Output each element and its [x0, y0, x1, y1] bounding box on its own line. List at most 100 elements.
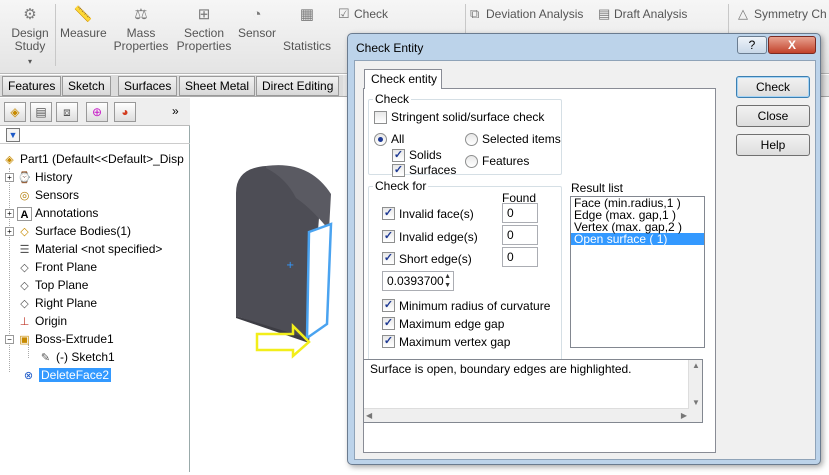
tree-item-history[interactable]: + ⌚ History: [5, 168, 72, 186]
scale-icon: ⚖: [134, 6, 148, 23]
tab-sheet-metal[interactable]: Sheet Metal: [179, 76, 256, 96]
invalid-face-checkbox[interactable]: ✓: [382, 207, 395, 220]
tab-sketch[interactable]: Sketch: [62, 76, 111, 96]
message-horizontal-scrollbar[interactable]: ◀ ▶: [364, 408, 689, 422]
help-button[interactable]: Help: [736, 134, 810, 156]
statistics-button[interactable]: ▦ Statistics: [282, 6, 332, 53]
mass-properties-button[interactable]: ⚖ Mass Properties: [112, 6, 170, 53]
design-study-button[interactable]: ⚙ Design Study ▾: [8, 6, 52, 68]
feature-manager-toolbar: ◈ ▤ ⧈ ⊕ ◕ »: [0, 98, 190, 126]
message-vertical-scrollbar[interactable]: ▲ ▼: [688, 360, 702, 422]
short-edge-value-spinner[interactable]: 0.0393700 ▲ ▼: [382, 271, 454, 291]
tab-check-entity[interactable]: Check entity: [364, 69, 442, 89]
result-list[interactable]: Face (min.radius,1 ) Edge (max. gap,1 ) …: [570, 196, 705, 348]
tree-item-right-plane[interactable]: ◇ Right Plane: [17, 294, 97, 312]
tree-root-part[interactable]: ◈ Part1 (Default<<Default>_Disp: [2, 150, 184, 168]
collapse-icon[interactable]: −: [5, 335, 14, 345]
short-edge-count: 0: [502, 247, 538, 267]
open-surface-highlight: [305, 222, 333, 341]
short-edge-checkbox[interactable]: ✓: [382, 252, 395, 265]
extrude-icon: ▣: [19, 333, 30, 346]
max-vertex-gap-label: Maximum vertex gap: [399, 335, 511, 349]
tree-item-sketch1[interactable]: ✎ (-) Sketch1: [38, 348, 115, 366]
message-box: Surface is open, boundary edges are high…: [363, 359, 703, 423]
property-manager-tab-icon[interactable]: ▤: [30, 102, 52, 122]
filter-bar: ▼: [0, 127, 190, 144]
check-button[interactable]: ☑ Check: [338, 6, 388, 22]
tree-item-material[interactable]: ☰ Material <not specified>: [17, 240, 163, 258]
sensor-icon: ◎: [19, 189, 30, 202]
close-button[interactable]: Close: [736, 105, 810, 127]
origin-icon: ⊥: [19, 315, 30, 328]
check-entity-dialog: Check Entity ? X Check entity Check Stri…: [347, 33, 821, 465]
surface-bodies-icon: ◇: [20, 225, 29, 238]
tab-surfaces[interactable]: Surfaces: [118, 76, 178, 96]
expand-tabs-icon[interactable]: »: [172, 104, 179, 118]
tree-item-origin[interactable]: ⊥ Origin: [17, 312, 67, 330]
measure-icon: 📏: [73, 6, 93, 23]
tab-features[interactable]: Features: [2, 76, 62, 96]
symmetry-icon: △: [738, 6, 748, 21]
statistics-icon: ▦: [299, 6, 315, 23]
expand-icon[interactable]: +: [5, 209, 14, 219]
features-radio[interactable]: [465, 155, 478, 168]
dimxpert-tab-icon[interactable]: ⊕: [86, 102, 108, 122]
spinner-arrows-icon[interactable]: ▲ ▼: [444, 272, 451, 290]
scroll-right-icon[interactable]: ▶: [681, 411, 687, 420]
measure-button[interactable]: 📏 Measure: [60, 6, 107, 40]
section-icon: ⊞: [197, 6, 211, 23]
tree-item-surface-bodies[interactable]: + ◇ Surface Bodies(1): [5, 222, 131, 240]
invalid-edge-checkbox[interactable]: ✓: [382, 230, 395, 243]
stringent-check-checkbox[interactable]: [374, 111, 387, 124]
expand-icon[interactable]: +: [5, 173, 14, 183]
check-button-dialog[interactable]: Check: [736, 76, 810, 98]
dialog-body: Check entity Check Stringent solid/surfa…: [354, 60, 816, 460]
dialog-help-icon[interactable]: ?: [737, 36, 767, 54]
solids-checkbox[interactable]: ✓: [392, 149, 405, 162]
material-icon: ☰: [19, 243, 30, 256]
symmetry-check-button[interactable]: △ Symmetry Ch: [738, 6, 827, 22]
tree-item-sensors[interactable]: ◎ Sensors: [17, 186, 79, 204]
sensor-button[interactable]: ◔ Sensor: [237, 6, 277, 40]
plane-icon: ◇: [20, 261, 29, 274]
feature-manager-panel: ◈ ▤ ⧈ ⊕ ◕ » ▼ ◈ Part1 (Default<<Default>_…: [0, 98, 190, 472]
configuration-manager-tab-icon[interactable]: ⧈: [56, 102, 78, 122]
draft-icon: ▤: [598, 6, 611, 21]
min-radius-checkbox[interactable]: ✓: [382, 299, 395, 312]
selected-items-radio[interactable]: [465, 133, 478, 146]
deviation-icon: ⧉: [470, 6, 480, 21]
sensor-icon: ◔: [252, 6, 262, 23]
check-icon: ☑: [338, 6, 350, 21]
delete-face-icon: ⊗: [23, 369, 34, 382]
filter-icon[interactable]: ▼: [6, 128, 20, 142]
section-properties-button[interactable]: ⊞ Section Properties: [176, 6, 232, 53]
dropdown-arrow-icon: ▾: [27, 57, 32, 66]
solids-label: Solids: [409, 148, 442, 162]
expand-icon[interactable]: +: [5, 227, 14, 237]
all-radio[interactable]: [374, 133, 387, 146]
feature-tree-tab-icon[interactable]: ◈: [4, 102, 26, 122]
display-manager-tab-icon[interactable]: ◕: [114, 102, 136, 122]
invalid-face-count: 0: [502, 203, 538, 223]
deviation-analysis-button[interactable]: ⧉ Deviation Analysis: [470, 6, 583, 22]
tree-item-deleteface2[interactable]: ⊗ DeleteFace2: [21, 366, 112, 384]
check-entity-page: Check Stringent solid/surface check All …: [363, 88, 716, 453]
tab-direct-editing[interactable]: Direct Editing: [256, 76, 340, 96]
max-vertex-gap-checkbox[interactable]: ✓: [382, 335, 395, 348]
tree-item-annotations[interactable]: + A Annotations: [5, 204, 98, 222]
tree-item-boss-extrude1[interactable]: − ▣ Boss-Extrude1: [5, 330, 114, 348]
max-edge-gap-checkbox[interactable]: ✓: [382, 317, 395, 330]
scroll-down-icon[interactable]: ▼: [692, 398, 700, 407]
result-item-open-surface[interactable]: Open surface ( 1): [571, 233, 704, 245]
surfaces-checkbox[interactable]: ✓: [392, 164, 405, 177]
draft-analysis-button[interactable]: ▤ Draft Analysis: [598, 6, 687, 22]
origin-marker-icon: +: [286, 260, 294, 271]
tree-item-top-plane[interactable]: ◇ Top Plane: [17, 276, 88, 294]
surfaces-label: Surfaces: [409, 163, 457, 177]
short-edge-label: Short edge(s): [399, 252, 472, 266]
tree-item-front-plane[interactable]: ◇ Front Plane: [17, 258, 97, 276]
scroll-left-icon[interactable]: ◀: [366, 411, 372, 420]
selected-items-label: Selected items: [482, 132, 561, 146]
dialog-close-icon[interactable]: X: [768, 36, 816, 54]
scroll-up-icon[interactable]: ▲: [692, 361, 700, 370]
